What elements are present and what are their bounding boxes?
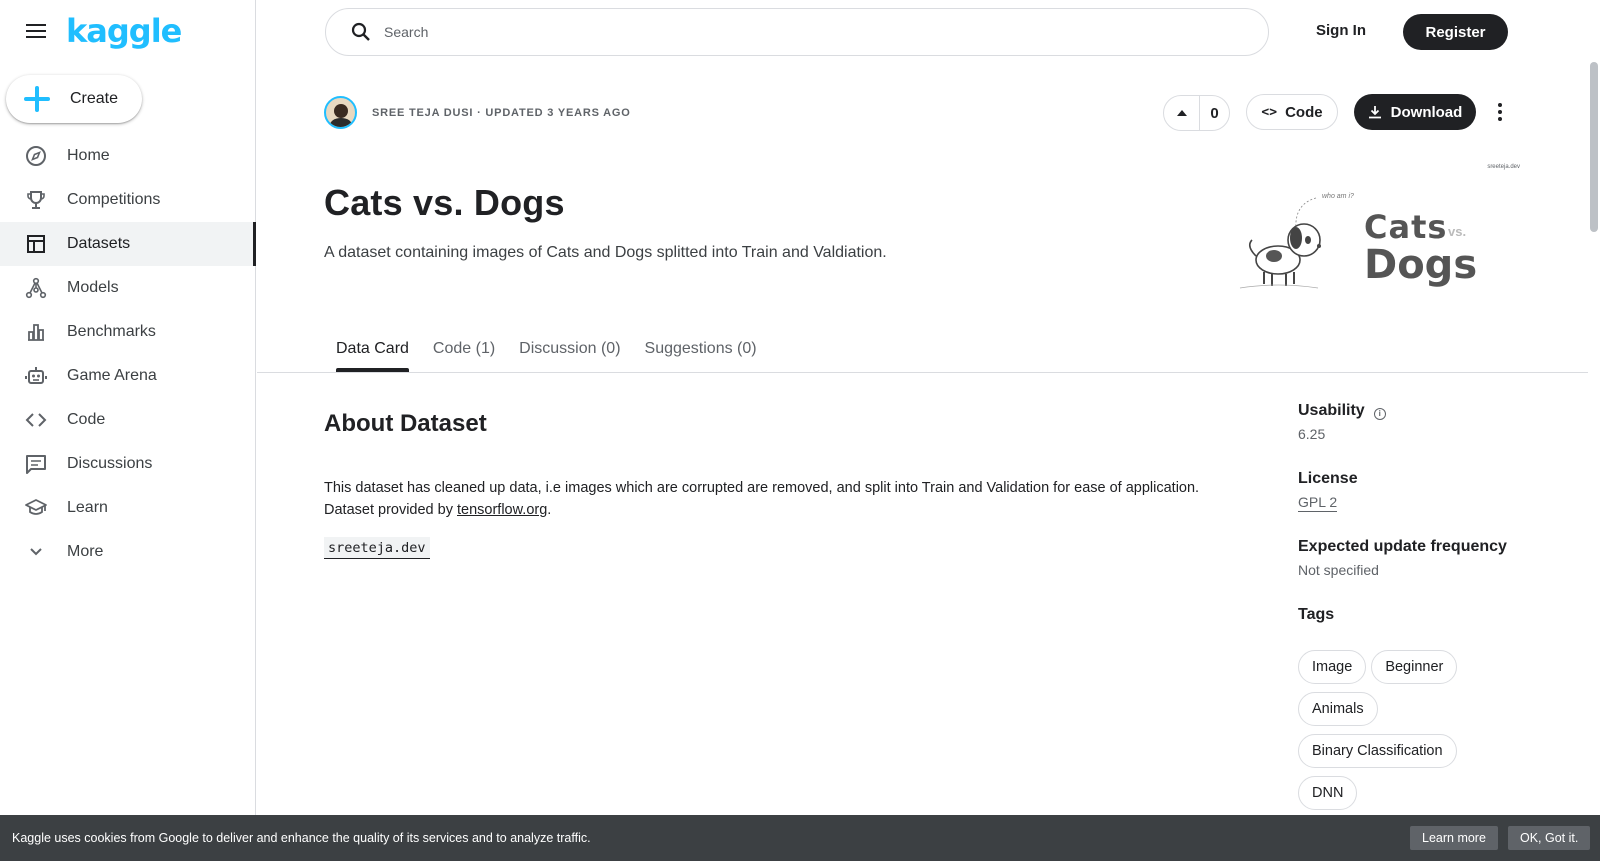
banner-line1: Cats (1364, 208, 1448, 246)
usability-section: Usability i 6.25 (1298, 402, 1386, 442)
robot-icon (24, 364, 48, 388)
tab-data-card[interactable]: Data Card (324, 328, 421, 372)
sidebar-item-label: Game Arena (67, 367, 157, 384)
code-icon (24, 408, 48, 432)
tensorflow-link[interactable]: tensorflow.org (457, 502, 547, 518)
models-icon (24, 276, 48, 300)
code-button[interactable]: <> Code (1246, 94, 1338, 130)
compass-icon (24, 144, 48, 168)
sidebar-item-more[interactable]: More (0, 530, 255, 574)
page-subtitle: A dataset containing images of Cats and … (324, 244, 887, 261)
tabs-divider (257, 372, 1588, 373)
chevron-down-icon (24, 540, 48, 564)
dog-illustration (1239, 197, 1321, 289)
about-heading: About Dataset (324, 410, 487, 437)
sidebar-item-benchmarks[interactable]: Benchmarks (0, 310, 255, 354)
download-icon (1368, 106, 1381, 119)
tag-chip[interactable]: DNN (1298, 776, 1358, 810)
sidebar-item-label: Datasets (67, 235, 131, 252)
banner-vs: vs. (1448, 224, 1467, 239)
cookie-banner: Kaggle uses cookies from Google to deliv… (0, 815, 1600, 861)
sidebar-item-datasets[interactable]: Datasets (0, 222, 256, 266)
download-button[interactable]: Download (1354, 94, 1476, 130)
sidebar-item-home[interactable]: Home (0, 134, 255, 178)
license-label: License (1298, 470, 1358, 487)
search-icon (350, 21, 372, 43)
tab-code[interactable]: Code (1) (421, 328, 507, 372)
tags-section: Tags (1298, 606, 1334, 624)
tab-bar: Data Card Code (1) Discussion (0) Sugges… (324, 328, 769, 372)
cookie-text: Kaggle uses cookies from Google to deliv… (12, 831, 591, 845)
about-text-part2: . (547, 502, 552, 518)
scrollbar-thumb[interactable] (1590, 62, 1598, 232)
download-button-label: Download (1390, 103, 1463, 121)
register-button[interactable]: Register (1403, 14, 1508, 50)
more-options-icon[interactable] (1490, 96, 1510, 128)
frequency-label: Expected update frequency (1298, 538, 1507, 555)
dataset-cover-image: sreeteja.dev who am i? Cats vs. Dogs (1238, 160, 1520, 310)
create-button-label: Create (70, 90, 119, 107)
sidebar-item-competitions[interactable]: Competitions (0, 178, 255, 222)
sidebar-item-label: Models (67, 279, 119, 296)
sidebar-item-discussions[interactable]: Discussions (0, 442, 255, 486)
vote-widget: 0 (1163, 95, 1230, 131)
usability-value: 6.25 (1298, 426, 1326, 442)
upvote-icon[interactable] (1164, 96, 1200, 130)
plus-icon (22, 84, 52, 114)
scrollbar[interactable] (1588, 0, 1600, 861)
sidebar-item-label: Code (67, 411, 106, 428)
frequency-value: Not specified (1298, 562, 1379, 578)
sign-in-button[interactable]: Sign In (1306, 20, 1376, 44)
sidebar-item-label: More (67, 543, 104, 560)
vote-count: 0 (1210, 104, 1219, 122)
tags-label: Tags (1298, 606, 1335, 623)
sidebar-item-models[interactable]: Models (0, 266, 255, 310)
license-link[interactable]: GPL 2 (1298, 494, 1338, 512)
usability-label: Usability (1298, 402, 1365, 419)
sidebar-item-label: Discussions (67, 455, 153, 472)
search-input[interactable]: Search (325, 8, 1269, 56)
about-text: This dataset has cleaned up data, i.e im… (324, 477, 1244, 521)
banner-site: sreeteja.dev (1487, 164, 1520, 170)
tag-list: Image Beginner Animals Binary Classificat… (1298, 650, 1538, 818)
sidebar-item-label: Competitions (67, 191, 161, 208)
sidebar-nav: Home Competitions Datasets Models Benchm… (0, 134, 256, 574)
menu-icon[interactable] (22, 20, 50, 44)
bar-chart-icon (24, 320, 48, 344)
code-button-label: Code (1285, 103, 1323, 121)
search-placeholder: Search (384, 24, 429, 40)
learn-more-button[interactable]: Learn more (1410, 826, 1498, 850)
tab-suggestions[interactable]: Suggestions (0) (633, 328, 769, 372)
sidebar-item-label: Home (67, 147, 110, 164)
create-button[interactable]: Create (6, 75, 142, 123)
banner-line2: Dogs (1364, 242, 1478, 288)
avatar[interactable] (324, 96, 357, 129)
kaggle-logo[interactable]: kaggle (66, 12, 182, 50)
tag-chip[interactable]: Binary Classification (1298, 734, 1457, 768)
page-title: Cats vs. Dogs (324, 182, 565, 223)
tab-discussion[interactable]: Discussion (0) (507, 328, 632, 372)
sidebar-item-learn[interactable]: Learn (0, 486, 255, 530)
frequency-section: Expected update frequency Not specified (1298, 538, 1507, 578)
ok-got-it-button[interactable]: OK, Got it. (1508, 826, 1591, 850)
code-chip: sreeteja.dev (324, 537, 430, 559)
sidebar-item-label: Benchmarks (67, 323, 156, 340)
license-section: License GPL 2 (1298, 470, 1358, 512)
school-icon (24, 496, 48, 520)
table-icon (24, 232, 48, 256)
tag-chip[interactable]: Image (1298, 650, 1367, 684)
code-icon: <> (1261, 104, 1278, 120)
tag-chip[interactable]: Animals (1298, 692, 1378, 726)
sidebar-item-game-arena[interactable]: Game Arena (0, 354, 255, 398)
about-text-part1: This dataset has cleaned up data, i.e im… (324, 480, 1200, 518)
sidebar-item-code[interactable]: Code (0, 398, 255, 442)
sidebar: kaggle Create Home Competitions Datasets (0, 0, 256, 861)
sidebar-item-label: Learn (67, 499, 108, 516)
info-icon[interactable]: i (1373, 408, 1386, 420)
comments-icon (24, 452, 48, 476)
trophy-icon (24, 188, 48, 212)
owner-line: SREE TEJA DUSI · UPDATED 3 YEARS AGO (372, 107, 631, 119)
tag-chip[interactable]: Beginner (1371, 650, 1458, 684)
